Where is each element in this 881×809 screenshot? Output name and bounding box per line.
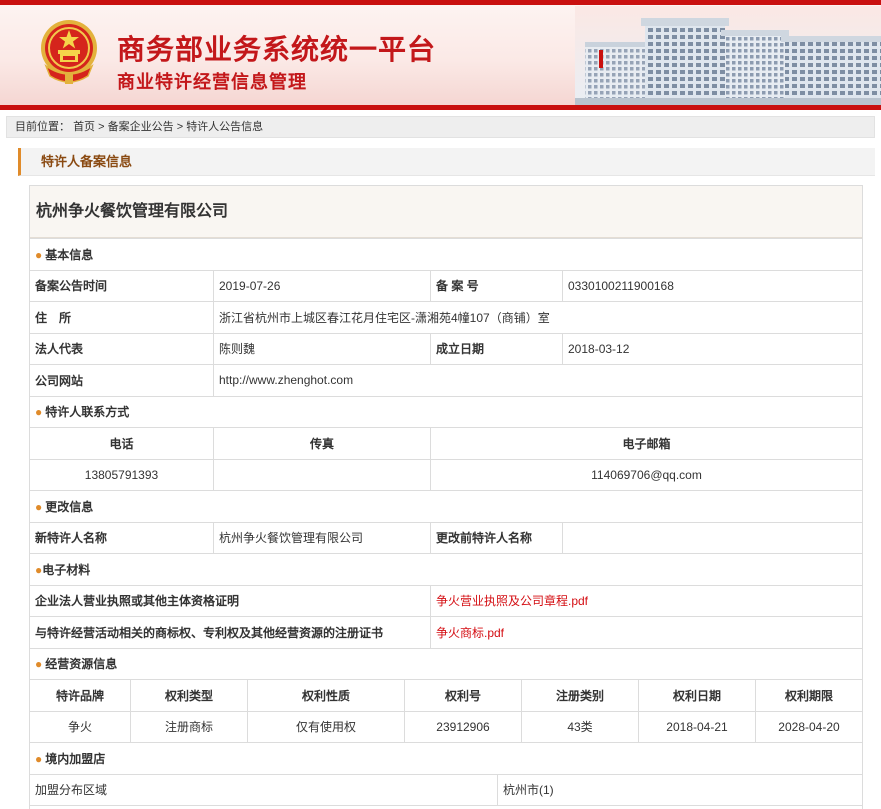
stores-table: ● 境内加盟店 加盟分布区域 杭州市(1) — [30, 742, 862, 806]
col-brand: 特许品牌 — [30, 679, 131, 712]
site-subtitle: 商业特许经营信息管理 — [117, 72, 307, 93]
legal-rep-value: 陈则魏 — [213, 332, 431, 365]
new-name-label: 新特许人名称 — [30, 521, 214, 554]
website-label: 公司网站 — [30, 364, 214, 397]
brand-cell: 争火 — [30, 710, 131, 743]
bullet-icon: ● — [35, 405, 43, 420]
address-value: 浙江省杭州市上城区春江花月住宅区-潇湘苑4幢107（商铺）室 — [213, 301, 862, 334]
section-title: 特许人备案信息 — [18, 148, 875, 176]
bullet-icon: ● — [35, 751, 43, 766]
change-info-table: ● 更改信息 新特许人名称 杭州争火餐饮管理有限公司 更改前特许人名称 — [30, 490, 862, 554]
national-emblem-icon — [41, 20, 97, 84]
license-doc-label: 企业法人营业执照或其他主体资格证明 — [30, 584, 431, 617]
materials-heading: ●电子材料 — [30, 553, 862, 586]
right-term-cell: 2028-04-20 — [755, 710, 862, 743]
franchisor-detail-panel: 杭州争火餐饮管理有限公司 ● 基本信息 备案公告时间 2019-07-26 备 案… — [29, 185, 863, 809]
website-value: http://www.zhenghot.com — [213, 364, 862, 397]
email-value: 114069706@qq.com — [430, 458, 862, 491]
store-area-value: 杭州市(1) — [497, 773, 862, 806]
materials-table: ●电子材料 企业法人营业执照或其他主体资格证明 争火营业执照及公司章程.pdf … — [30, 553, 862, 649]
old-name-label: 更改前特许人名称 — [430, 521, 563, 554]
header-banner: 商务部业务系统统一平台 商业特许经营信息管理 — [0, 0, 881, 110]
col-right-type: 权利类型 — [130, 679, 248, 712]
resources-heading: ● 经营资源信息 — [30, 647, 862, 680]
record-no-label: 备 案 号 — [430, 269, 563, 302]
contact-table: ● 特许人联系方式 电话 传真 电子邮箱 13805791393 11406970… — [30, 395, 862, 492]
breadcrumb: 目前位置： 首页 > 备案企业公告 > 特许人公告信息 — [6, 116, 875, 138]
phone-header: 电话 — [30, 427, 214, 460]
store-area-label: 加盟分布区域 — [30, 773, 498, 806]
stores-heading: ● 境内加盟店 — [30, 742, 862, 775]
breadcrumb-announcements-link[interactable]: 备案企业公告 — [108, 121, 174, 133]
breadcrumb-separator: > — [176, 121, 184, 133]
ministry-building-image — [575, 6, 881, 106]
founded-label: 成立日期 — [430, 332, 563, 365]
site-title: 商务部业务系统统一平台 — [117, 33, 437, 66]
col-right-date: 权利日期 — [638, 679, 756, 712]
col-right-term: 权利期限 — [755, 679, 862, 712]
col-right-nature: 权利性质 — [247, 679, 405, 712]
right-no-cell: 23912906 — [404, 710, 522, 743]
phone-value: 13805791393 — [30, 458, 214, 491]
right-type-cell: 注册商标 — [130, 710, 248, 743]
reg-class-cell: 43类 — [521, 710, 639, 743]
basic-info-table: ● 基本信息 备案公告时间 2019-07-26 备 案 号 0330100211… — [30, 238, 862, 397]
table-row: 争火 注册商标 仅有使用权 23912906 43类 2018-04-21 20… — [30, 710, 862, 743]
col-right-no: 权利号 — [404, 679, 522, 712]
bullet-icon: ● — [35, 247, 43, 262]
contact-heading: ● 特许人联系方式 — [30, 395, 862, 428]
license-doc-cell: 争火营业执照及公司章程.pdf — [430, 584, 862, 617]
right-nature-cell: 仅有使用权 — [247, 710, 405, 743]
new-name-value: 杭州争火餐饮管理有限公司 — [213, 521, 431, 554]
email-header: 电子邮箱 — [430, 427, 862, 460]
founded-value: 2018-03-12 — [562, 332, 862, 365]
breadcrumb-current: 特许人公告信息 — [186, 121, 264, 133]
filing-date-label: 备案公告时间 — [30, 269, 214, 302]
address-label: 住 所 — [30, 301, 214, 334]
basic-info-heading: ● 基本信息 — [30, 238, 862, 271]
trademark-doc-link[interactable]: 争火商标.pdf — [436, 626, 504, 640]
bullet-icon: ● — [35, 657, 43, 672]
change-info-heading: ● 更改信息 — [30, 490, 862, 523]
breadcrumb-home-link[interactable]: 首页 — [73, 121, 95, 133]
trademark-doc-label: 与特许经营活动相关的商标权、专利权及其他经营资源的注册证书 — [30, 616, 431, 649]
record-no-value: 0330100211900168 — [562, 269, 862, 302]
trademark-doc-cell: 争火商标.pdf — [430, 616, 862, 649]
bullet-icon: ● — [35, 499, 43, 514]
breadcrumb-separator: > — [98, 121, 105, 133]
resources-table: ● 经营资源信息 特许品牌 权利类型 权利性质 权利号 注册类别 权利日期 权利期… — [30, 647, 862, 744]
license-doc-link[interactable]: 争火营业执照及公司章程.pdf — [436, 594, 588, 608]
old-name-value — [562, 521, 862, 554]
banner-bottom-line — [0, 105, 881, 110]
col-reg-class: 注册类别 — [521, 679, 639, 712]
banner-top-line — [0, 0, 881, 5]
breadcrumb-prefix: 目前位置： — [15, 121, 70, 133]
fax-value — [213, 458, 431, 491]
right-date-cell: 2018-04-21 — [638, 710, 756, 743]
fax-header: 传真 — [213, 427, 431, 460]
filing-date-value: 2019-07-26 — [213, 269, 431, 302]
company-name: 杭州争火餐饮管理有限公司 — [30, 186, 862, 238]
legal-rep-label: 法人代表 — [30, 332, 214, 365]
